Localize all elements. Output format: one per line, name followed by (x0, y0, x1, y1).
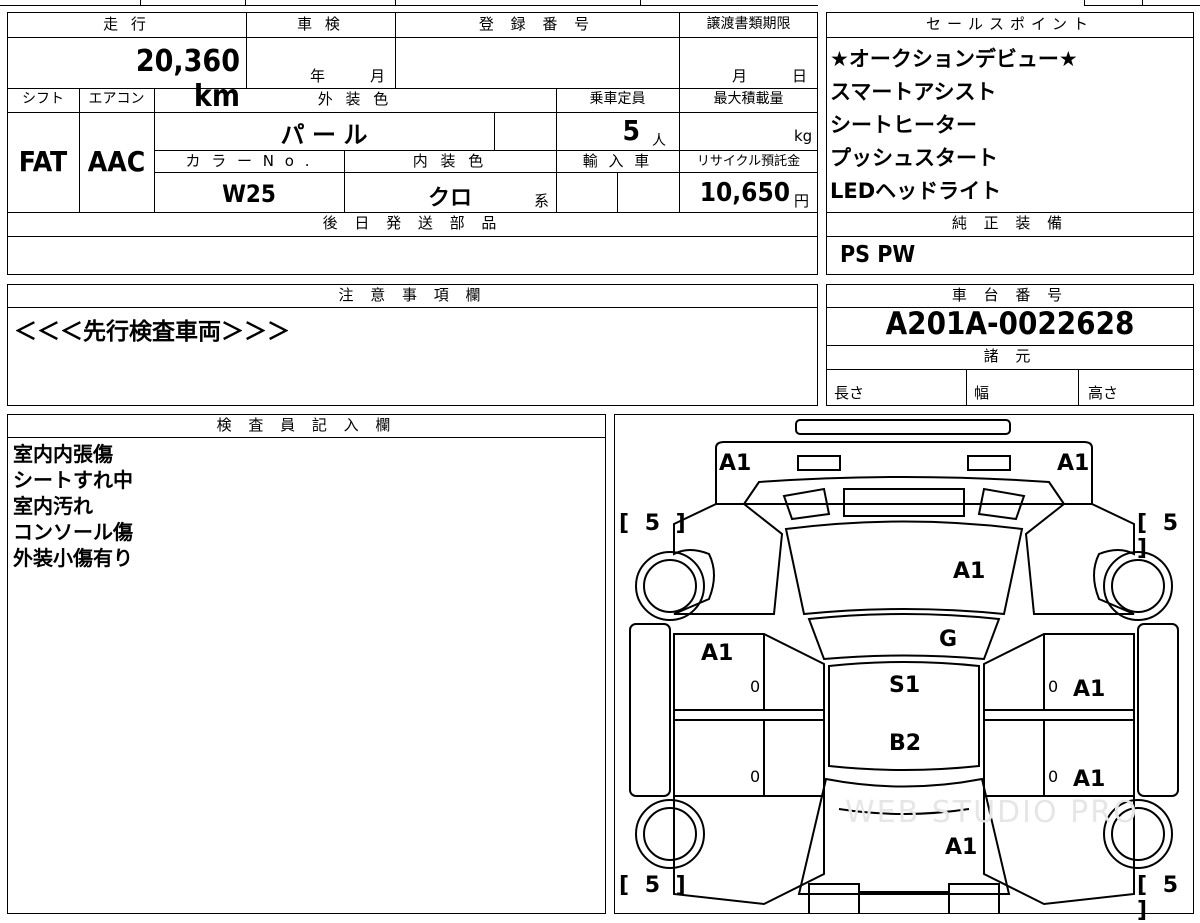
tire-bracket-rr: [ 5 ] (1137, 873, 1183, 923)
door-zero-rr: 0 (1048, 767, 1059, 786)
chassis-header: 車 台 番 号 (951, 286, 1069, 304)
inspector-header: 検 査 員 記 入 欄 (216, 416, 397, 434)
sales-point-item: シートヒーター (830, 113, 977, 137)
watermark: WEB STUDIO PRO (845, 795, 1139, 830)
sales-points-list: ★オークションデビュー★ スマートアシスト シートヒーター プッシュスタート L… (826, 43, 1194, 208)
load-unit: kg (794, 127, 813, 145)
color-no-value: W25 (222, 180, 276, 208)
sales-point-item: LEDヘッドライト (830, 179, 1002, 203)
damage-roof: S1 (889, 673, 921, 698)
notes-header: 注 意 事 項 欄 (338, 286, 487, 304)
capacity-value: 5 (622, 114, 640, 147)
notes-text: ＜＜＜先行検査車両＞＞＞ (14, 319, 290, 345)
exterior-color-label: 外 装 色 (317, 90, 393, 108)
exterior-color-value: パ ー ル (280, 121, 368, 149)
inspector-line: 室内汚れ (13, 494, 93, 518)
height-label: 高さ (1088, 384, 1119, 402)
width-label: 幅 (974, 384, 990, 402)
chassis-number: A201A-0022628 (885, 306, 1135, 342)
inspector-line: コンソール傷 (13, 520, 133, 544)
sales-point-item: スマートアシスト (830, 80, 997, 104)
recycle-value: 10,650 (699, 178, 790, 208)
genuine-equipment-header: 純 正 装 備 (951, 214, 1069, 232)
door-zero-fl: 0 (750, 677, 761, 696)
car-diagram-box: [ 5 ] [ 5 ] [ 5 ] [ 5 ] A1 A1 A1 G A1 A1… (614, 414, 1194, 923)
color-no-label: カ ラ ー N o . (185, 152, 313, 170)
recycle-label: リサイクル預託金 (696, 154, 801, 169)
damage-front-right: A1 (1057, 451, 1090, 476)
inspection-year: 年 (310, 67, 326, 85)
inspector-line: 室内内張傷 (13, 442, 113, 466)
damage-roof-rear: B2 (889, 731, 922, 756)
later-parts-header: 後 日 発 送 部 品 (322, 214, 503, 232)
shift-label: シフト (22, 91, 64, 107)
capacity-unit: 人 (652, 133, 666, 149)
inspection-header: 車 検 (297, 15, 344, 33)
tire-bracket-rl: [ 5 ] (619, 873, 690, 898)
inspector-line: 外装小傷有り (13, 546, 133, 570)
shift-value: FAT (18, 145, 68, 178)
genuine-equipment-value: PS PW (840, 242, 916, 268)
inspection-month: 月 (370, 67, 386, 85)
damage-rear: A1 (945, 835, 978, 860)
transfer-deadline-header: 譲渡書類期限 (706, 16, 791, 32)
door-zero-rl: 0 (750, 767, 761, 786)
tire-bracket-fl: [ 5 ] (619, 511, 690, 536)
interior-color-label: 内 装 色 (412, 152, 488, 170)
damage-front-left: A1 (719, 451, 752, 476)
damage-windshield: G (939, 627, 958, 652)
damage-hood: A1 (953, 559, 986, 584)
door-zero-fr: 0 (1048, 677, 1059, 696)
length-label: 長さ (834, 384, 865, 402)
damage-door-rr: A1 (1073, 767, 1106, 792)
mileage-header: 走 行 (103, 15, 150, 33)
sales-point-item: ★オークションデビュー★ (830, 47, 1078, 71)
inspector-lines: 室内内張傷 シートすれ中 室内汚れ コンソール傷 外装小傷有り (7, 441, 133, 571)
import-label: 輸 入 車 (582, 152, 653, 170)
ac-label: エアコン (88, 91, 145, 107)
sales-point-item: プッシュスタート (830, 146, 998, 170)
damage-door-fr: A1 (1073, 677, 1106, 702)
transfer-month: 月 (732, 67, 748, 85)
interior-suffix: 系 (534, 192, 550, 210)
interior-color-value: クロ (427, 186, 472, 211)
sales-points-header: セールスポイント (925, 15, 1094, 33)
ac-value: AAC (87, 145, 146, 178)
registration-header: 登 録 番 号 (478, 15, 596, 33)
inspector-line: シートすれ中 (13, 468, 133, 492)
tire-bracket-fr: [ 5 ] (1137, 511, 1183, 561)
transfer-day: 日 (792, 67, 808, 85)
max-load-label: 最大積載量 (713, 91, 784, 107)
recycle-unit: 円 (794, 192, 810, 210)
damage-door-fl: A1 (701, 641, 734, 666)
capacity-label: 乗車定員 (589, 91, 646, 107)
specs-header: 諸 元 (983, 347, 1037, 365)
